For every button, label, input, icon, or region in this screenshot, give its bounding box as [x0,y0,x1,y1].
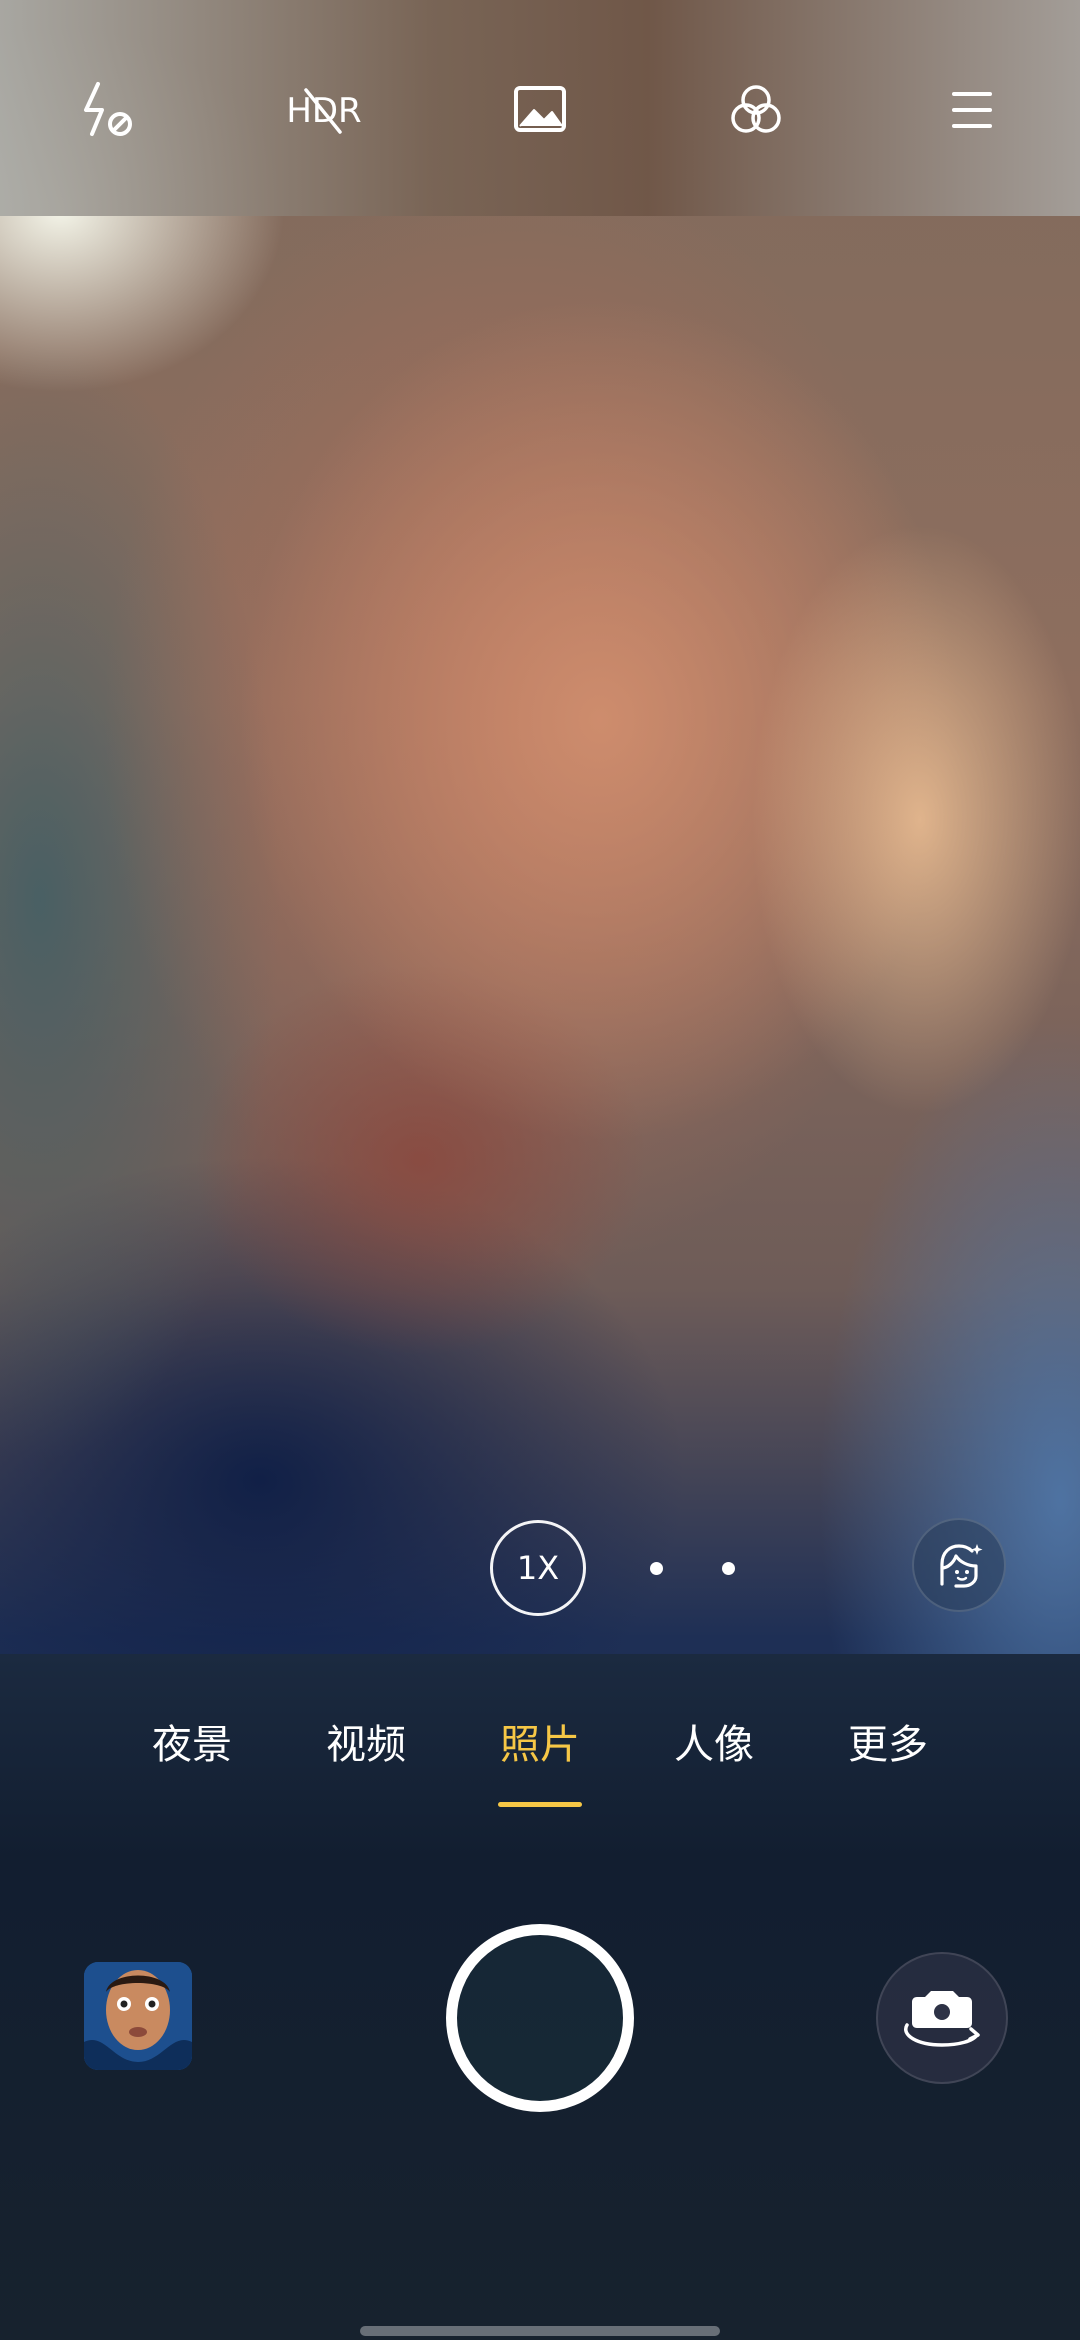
face-beauty-icon[interactable] [912,1518,1006,1612]
mode-portrait[interactable]: 人像 [644,1710,784,1780]
filter-circles-icon[interactable] [708,62,804,158]
gallery-thumbnail[interactable] [84,1962,192,2070]
zoom-option-dot[interactable] [650,1562,663,1575]
flash-off-icon[interactable] [60,62,156,158]
top-toolbar: HDR [0,0,1080,216]
mode-selector: 夜景 视频 照片 人像 更多 [0,1710,1080,1790]
zoom-option-dot[interactable] [722,1562,735,1575]
mode-more[interactable]: 更多 [818,1710,958,1780]
mode-night[interactable]: 夜景 [122,1710,262,1780]
active-mode-indicator [498,1802,582,1807]
home-indicator[interactable] [360,2326,720,2336]
hdr-off-icon[interactable]: HDR [276,62,372,158]
zoom-label: 1X [516,1549,560,1587]
shutter-button[interactable] [446,1924,634,2112]
mode-photo[interactable]: 照片 [470,1710,610,1780]
zoom-1x-button[interactable]: 1X [490,1520,586,1616]
image-icon[interactable] [492,62,588,158]
mode-video[interactable]: 视频 [296,1710,436,1780]
switch-camera-icon[interactable] [876,1952,1008,2084]
menu-icon[interactable] [924,62,1020,158]
